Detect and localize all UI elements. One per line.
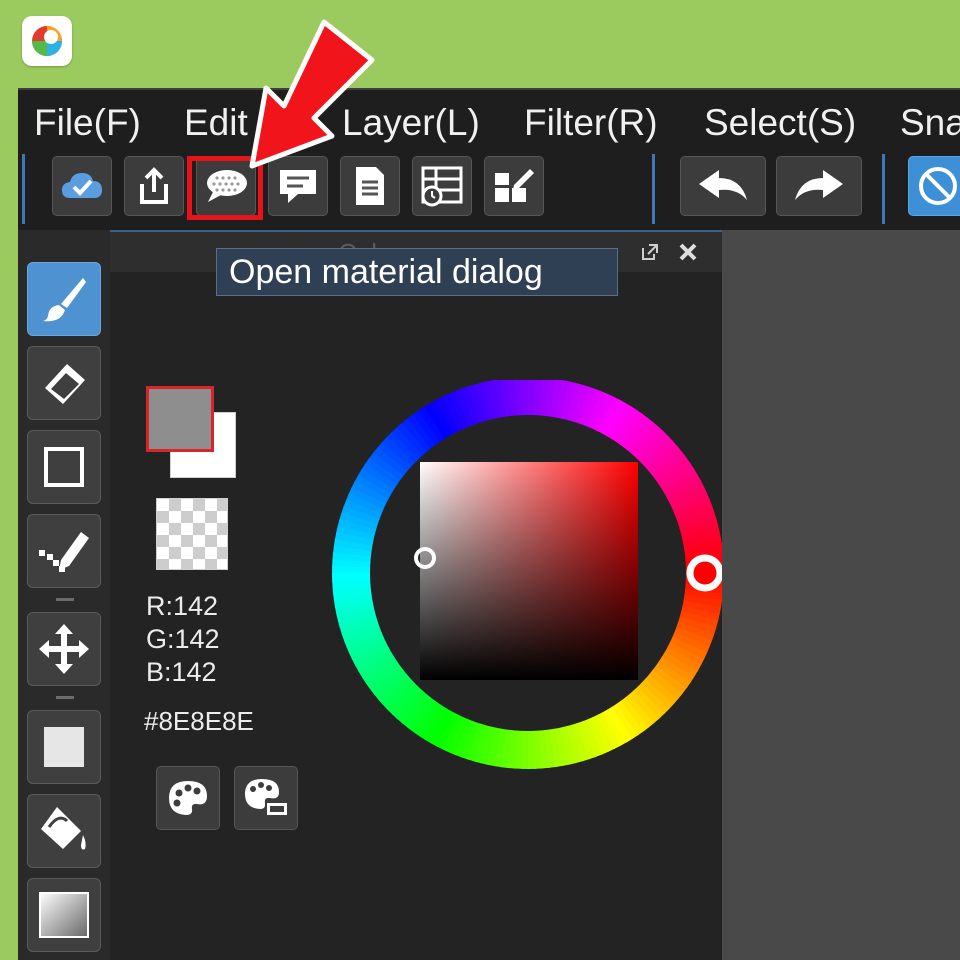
cloud-sync-button[interactable] [52, 156, 112, 216]
share-button[interactable] [124, 156, 184, 216]
hex-value: #8E8E8E [144, 706, 254, 736]
fill-rect-icon [44, 727, 84, 767]
popout-icon[interactable] [638, 240, 662, 264]
annotation-arrow [249, 19, 375, 169]
menu-file[interactable]: File(F) [34, 102, 141, 144]
toolbar-separator [652, 154, 655, 224]
app-logo [22, 16, 72, 66]
toolbar-separator [22, 154, 25, 224]
brush-icon [43, 278, 86, 322]
menu-filter[interactable]: Filter(R) [524, 102, 658, 144]
dot-pen-icon [39, 532, 89, 572]
undo-button[interactable] [680, 156, 766, 216]
redo-icon [795, 170, 843, 200]
redo-button[interactable] [776, 156, 862, 216]
toolbar-separator [882, 154, 885, 224]
material-list-button[interactable] [412, 156, 472, 216]
color-panel: Color R:142 G:142 B:142 #8E8E8E [110, 230, 724, 960]
undo-icon [699, 170, 747, 200]
transparent-color-swatch[interactable] [156, 498, 228, 570]
hue-marker[interactable] [686, 554, 724, 592]
cloud-check-icon [62, 173, 102, 198]
rectangle-select-tool[interactable] [27, 430, 101, 504]
color-history-button[interactable] [234, 766, 298, 830]
palette-settings-icon [245, 779, 289, 817]
move-tool[interactable] [27, 612, 101, 686]
green-value: G:142 [146, 624, 220, 654]
app-window: File(F) Edit Layer(L) Filter(R) Select(S… [18, 88, 960, 960]
menu-edit[interactable]: Edit [184, 102, 248, 144]
menu-select[interactable]: Select(S) [704, 102, 856, 144]
canvas-area[interactable] [722, 230, 960, 960]
menu-snap[interactable]: Sna [900, 102, 960, 144]
gradient-tool[interactable] [27, 878, 101, 952]
move-icon [39, 624, 89, 674]
color-wheel[interactable] [328, 380, 728, 780]
saturation-value-square[interactable] [420, 462, 638, 680]
eraser-tool[interactable] [27, 346, 101, 420]
eraser-icon [45, 364, 85, 404]
rectangle-select-icon [44, 447, 84, 487]
edit-grid-button[interactable] [484, 156, 544, 216]
comment-icon [280, 170, 316, 203]
bucket-fill-tool[interactable] [27, 794, 101, 868]
dot-pen-tool[interactable] [27, 514, 101, 588]
tooltip: Open material dialog [216, 248, 618, 296]
material-list-icon [421, 166, 463, 207]
gradient-icon [39, 892, 89, 938]
brush-tool[interactable] [27, 262, 101, 336]
tool-separator [56, 598, 74, 601]
menu-bar: File(F) Edit Layer(L) Filter(R) Select(S… [18, 88, 960, 152]
share-icon [140, 167, 168, 204]
tool-separator [56, 696, 74, 699]
snap-off-button[interactable] [908, 156, 960, 216]
no-entry-icon [919, 167, 957, 205]
document-icon [356, 167, 384, 205]
toolbar [18, 150, 960, 230]
bucket-fill-icon [41, 807, 86, 850]
main-color-swatch[interactable] [146, 386, 214, 452]
blue-value: B:142 [146, 657, 217, 687]
color-palette-button[interactable] [156, 766, 220, 830]
palette-icon [169, 781, 207, 815]
tool-strip [18, 230, 112, 960]
red-value: R:142 [146, 591, 219, 621]
close-icon[interactable] [676, 240, 700, 264]
edit-grid-icon [495, 169, 534, 202]
fill-rectangle-tool[interactable] [27, 710, 101, 784]
